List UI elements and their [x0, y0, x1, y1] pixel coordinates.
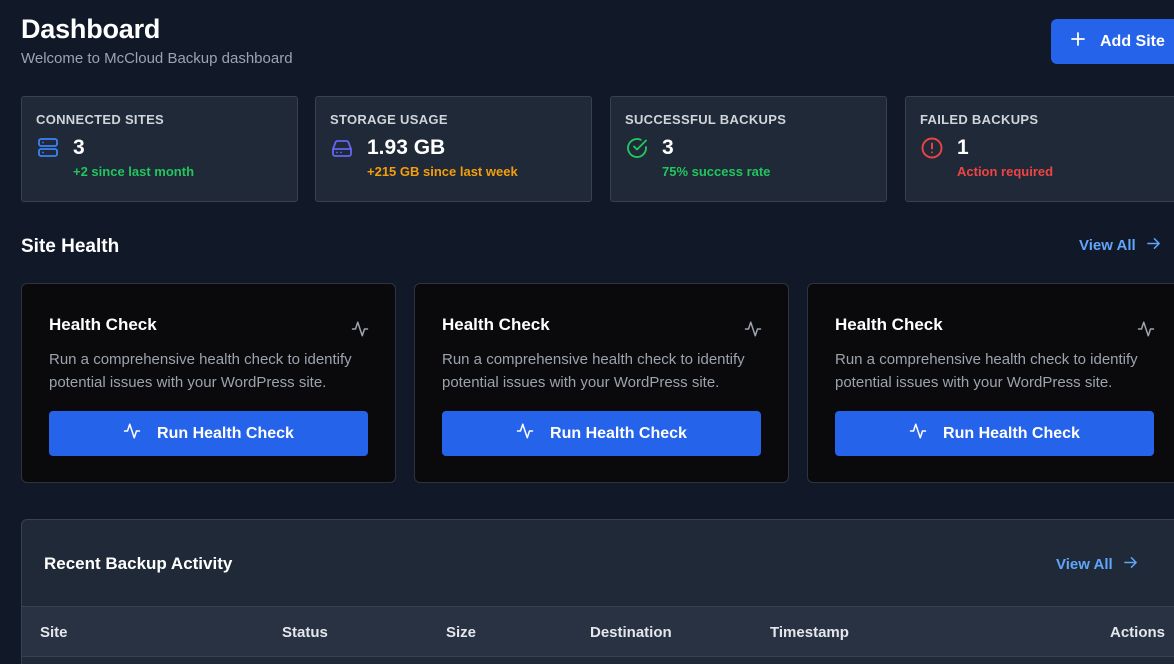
run-health-check-label: Run Health Check [550, 424, 687, 442]
view-all-label: View All [1079, 237, 1136, 254]
stat-note: Action required [957, 164, 1054, 179]
activity-title: Recent Backup Activity [44, 554, 233, 573]
stat-label: SUCCESSFUL BACKUPS [625, 112, 787, 127]
health-card-title: Health Check [49, 315, 157, 334]
health-card-title: Health Check [835, 315, 943, 334]
stat-value: 3 [662, 136, 674, 159]
health-card-description: Run a comprehensive health check to iden… [49, 351, 352, 391]
stat-card-connected-sites: CONNECTED SITES 3 +2 since last month [21, 96, 298, 202]
page-title: Dashboard [21, 14, 161, 44]
stat-label: CONNECTED SITES [36, 112, 165, 127]
run-health-check-button[interactable]: Run Health Check [49, 411, 368, 456]
stat-card-failed-backups: FAILED BACKUPS 1 Action required [905, 96, 1174, 202]
arrow-right-icon [1146, 236, 1161, 255]
view-all-label: View All [1056, 556, 1113, 573]
stat-note: +215 GB since last week [367, 164, 518, 179]
page-header: Dashboard Welcome to McCloud Backup dash… [21, 14, 293, 67]
stat-label: FAILED BACKUPS [920, 112, 1039, 127]
activity-view-all-link[interactable]: View All [1056, 555, 1138, 574]
run-health-check-label: Run Health Check [157, 424, 294, 442]
column-header-site[interactable]: Site [40, 624, 68, 641]
add-site-button[interactable]: Add Site [1051, 19, 1174, 64]
stat-note: 75% success rate [662, 164, 771, 179]
server-icon [36, 136, 60, 160]
activity-icon [1137, 320, 1155, 338]
table-header-row: Site Status Size Destination Timestamp A… [22, 606, 1174, 657]
stat-value: 1 [957, 136, 969, 159]
health-card-description: Run a comprehensive health check to iden… [442, 351, 745, 391]
column-header-destination[interactable]: Destination [590, 624, 672, 641]
stat-value: 1.93 GB [367, 136, 446, 159]
site-health-view-all-link[interactable]: View All [1079, 236, 1161, 255]
activity-icon [516, 422, 534, 445]
stat-label: STORAGE USAGE [330, 112, 448, 127]
add-site-label: Add Site [1100, 32, 1165, 50]
hard-drive-icon [330, 136, 354, 160]
run-health-check-label: Run Health Check [943, 424, 1080, 442]
check-circle-icon [625, 136, 649, 160]
dashboard-page: Dashboard Welcome to McCloud Backup dash… [0, 0, 1174, 664]
health-card-title: Health Check [442, 315, 550, 334]
activity-icon [351, 320, 369, 338]
activity-icon [909, 422, 927, 445]
run-health-check-button[interactable]: Run Health Check [835, 411, 1154, 456]
column-header-status[interactable]: Status [282, 624, 328, 641]
stat-card-storage-usage: STORAGE USAGE 1.93 GB +215 GB since last… [315, 96, 592, 202]
column-header-timestamp[interactable]: Timestamp [770, 624, 849, 641]
recent-backup-activity-panel: Recent Backup Activity View All Site Sta… [21, 519, 1174, 664]
run-health-check-button[interactable]: Run Health Check [442, 411, 761, 456]
arrow-right-icon [1123, 555, 1138, 574]
site-health-title: Site Health [21, 236, 120, 257]
activity-icon [744, 320, 762, 338]
health-check-card: Health Check Run a comprehensive health … [807, 283, 1174, 483]
stat-value: 3 [73, 136, 85, 159]
column-header-actions: Actions [1110, 624, 1166, 641]
stat-card-successful-backups: SUCCESSFUL BACKUPS 3 75% success rate [610, 96, 887, 202]
health-check-card: Health Check Run a comprehensive health … [21, 283, 396, 483]
stat-note: +2 since last month [73, 164, 195, 179]
health-check-card: Health Check Run a comprehensive health … [414, 283, 789, 483]
column-header-size[interactable]: Size [446, 624, 476, 641]
page-subtitle: Welcome to McCloud Backup dashboard [21, 50, 293, 67]
plus-icon [1070, 31, 1086, 52]
activity-icon [123, 422, 141, 445]
health-card-description: Run a comprehensive health check to iden… [835, 351, 1138, 391]
alert-circle-icon [920, 136, 944, 160]
